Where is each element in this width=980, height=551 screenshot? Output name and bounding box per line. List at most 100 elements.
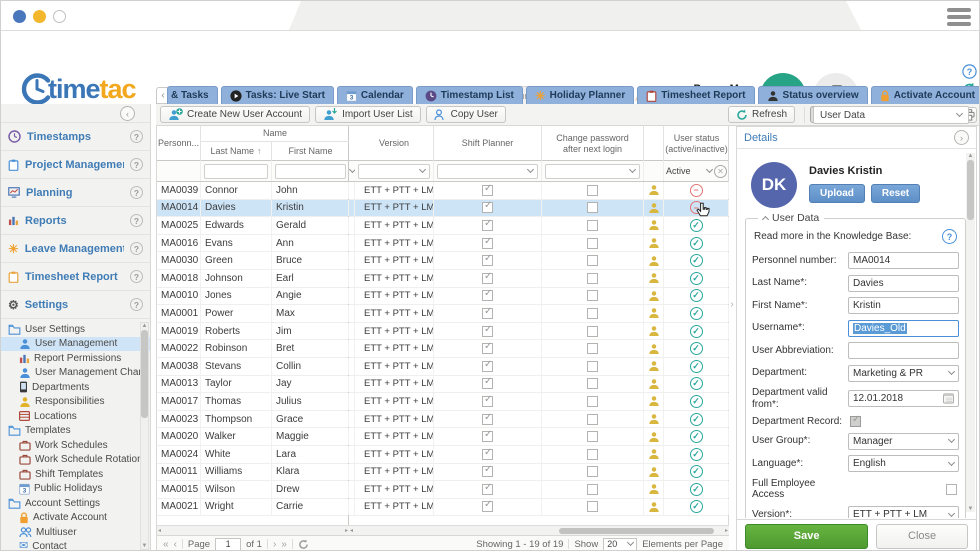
shift-planner-checkbox[interactable] <box>482 202 493 213</box>
view-select[interactable]: User Data <box>813 106 969 124</box>
table-row[interactable]: ETT + PTT + LM✓ <box>349 376 728 394</box>
shift-planner-checkbox[interactable] <box>482 326 493 337</box>
status-inactive-icon[interactable]: − <box>690 201 703 214</box>
help-icon[interactable]: ? <box>130 298 143 311</box>
change-password-checkbox[interactable] <box>587 202 598 213</box>
status-active-icon[interactable]: ✓ <box>690 413 703 426</box>
hscrollbar-left[interactable]: ◂▸ <box>157 525 349 535</box>
window-dot-yellow-icon[interactable] <box>33 10 46 23</box>
shift-planner-checkbox[interactable] <box>482 466 493 477</box>
change-password-checkbox[interactable] <box>587 185 598 196</box>
field-input-last-name[interactable]: Davies <box>848 275 959 292</box>
status-active-icon[interactable]: ✓ <box>690 289 703 302</box>
tab-tasks[interactable]: & Tasks <box>167 86 218 104</box>
shift-planner-checkbox[interactable] <box>482 396 493 407</box>
filter-first-name[interactable] <box>272 161 349 181</box>
field-date-department-valid-from[interactable]: 12.01.2018 <box>848 390 959 407</box>
reset-button[interactable]: Reset <box>871 184 920 203</box>
field-checkbox-full-employee-access[interactable] <box>946 484 957 495</box>
tree-item-templates[interactable]: Templates <box>1 424 151 439</box>
table-row[interactable]: MA0010JonesAngie <box>157 288 348 306</box>
import-user-list-button[interactable]: Import User List <box>315 106 421 123</box>
tree-item-activate-account[interactable]: Activate Account <box>1 511 151 526</box>
status-active-icon[interactable]: ✓ <box>690 325 703 338</box>
status-active-icon[interactable]: ✓ <box>690 448 703 461</box>
help-icon[interactable]: ? <box>130 186 143 199</box>
tree-item-departments[interactable]: Departments <box>1 380 151 395</box>
change-password-checkbox[interactable] <box>587 273 598 284</box>
sidebar-item-timesheet-report[interactable]: Timesheet Report? <box>1 263 150 291</box>
status-active-icon[interactable]: ✓ <box>690 360 703 373</box>
page-input[interactable]: 1 <box>215 538 241 551</box>
table-row[interactable]: MA0024WhiteLara <box>157 446 348 464</box>
shift-planner-checkbox[interactable] <box>482 361 493 372</box>
table-row[interactable]: MA0020WalkerMaggie <box>157 428 348 446</box>
field-select-version[interactable]: ETT + PTT + LM <box>848 506 959 518</box>
sidebar-scrollbar[interactable]: ▲▼ <box>140 322 149 550</box>
tree-item-user-management[interactable]: User Management <box>1 337 151 352</box>
user-data-legend[interactable]: User Data <box>758 212 824 224</box>
col-last-name[interactable]: Last Name↑ <box>201 142 272 161</box>
tree-item-shift-templates[interactable]: Shift Templates <box>1 467 151 482</box>
change-password-checkbox[interactable] <box>587 396 598 407</box>
status-active-icon[interactable]: ✓ <box>690 307 703 320</box>
change-password-checkbox[interactable] <box>587 361 598 372</box>
status-active-icon[interactable]: ✓ <box>690 395 703 408</box>
shift-planner-checkbox[interactable] <box>482 449 493 460</box>
table-row[interactable]: MA0001PowerMax <box>157 305 348 323</box>
status-active-icon[interactable]: ✓ <box>690 272 703 285</box>
col-permissions[interactable] <box>644 126 664 161</box>
table-row[interactable]: MA0025EdwardsGerald <box>157 217 348 235</box>
shift-planner-checkbox[interactable] <box>482 484 493 495</box>
close-button[interactable]: Close <box>876 524 968 549</box>
change-password-checkbox[interactable] <box>587 326 598 337</box>
col-user-status[interactable]: User status (active/inactive) <box>664 126 729 161</box>
shift-planner-checkbox[interactable] <box>482 431 493 442</box>
status-active-icon[interactable]: ✓ <box>690 377 703 390</box>
sidebar-item-reports[interactable]: Reports? <box>1 207 150 235</box>
hamburger-menu-icon[interactable] <box>945 6 973 28</box>
status-active-icon[interactable]: ✓ <box>690 500 703 513</box>
filter-personnel[interactable] <box>157 161 201 181</box>
help-icon[interactable]: ? <box>962 64 977 79</box>
create-new-user-account-button[interactable]: Create New User Account <box>160 106 310 123</box>
tree-item-account-settings[interactable]: Account Settings <box>1 496 151 511</box>
field-input-first-name[interactable]: Kristin <box>848 297 959 314</box>
per-page-select[interactable]: 20 <box>603 538 637 551</box>
change-password-checkbox[interactable] <box>587 238 598 249</box>
shift-planner-checkbox[interactable] <box>482 308 493 319</box>
last-page-icon[interactable]: » <box>281 539 287 550</box>
tab-activate-account[interactable]: Activate Account <box>871 86 980 104</box>
table-row[interactable]: MA0039ConnorJohn <box>157 182 348 200</box>
table-row[interactable]: ETT + PTT + LM− <box>349 200 728 218</box>
col-personnel[interactable]: Personn... <box>157 126 201 161</box>
filter-version[interactable] <box>355 161 434 181</box>
field-input-personnel-number[interactable]: MA0014 <box>848 252 959 269</box>
save-button[interactable]: Save <box>745 524 868 549</box>
sidebar-item-project-management[interactable]: Project Management? <box>1 151 150 179</box>
table-row[interactable]: ETT + PTT + LM✓ <box>349 481 728 499</box>
next-page-icon[interactable]: › <box>273 539 276 550</box>
help-icon[interactable]: ? <box>130 214 143 227</box>
shift-planner-checkbox[interactable] <box>482 238 493 249</box>
table-row[interactable]: ETT + PTT + LM✓ <box>349 270 728 288</box>
tree-item-user-settings[interactable]: User Settings <box>1 322 151 337</box>
filter-change-password[interactable] <box>542 161 644 181</box>
window-dot-white-icon[interactable] <box>53 10 66 23</box>
status-active-icon[interactable]: ✓ <box>690 219 703 232</box>
details-collapse-button[interactable]: › <box>954 130 969 145</box>
col-shift-planner[interactable]: Shift Planner <box>434 126 542 161</box>
status-active-icon[interactable]: ✓ <box>690 430 703 443</box>
hscrollbar-right[interactable]: ◂▸ <box>349 525 729 535</box>
field-checkbox-department-record[interactable] <box>850 416 861 427</box>
table-row[interactable]: ETT + PTT + LM✓ <box>349 235 728 253</box>
table-row[interactable]: ETT + PTT + LM✓ <box>349 305 728 323</box>
shift-planner-checkbox[interactable] <box>482 255 493 266</box>
calendar-icon[interactable] <box>943 393 954 404</box>
col-change-password[interactable]: Change password after next login <box>542 126 644 161</box>
table-row[interactable]: ETT + PTT + LM✓ <box>349 411 728 429</box>
table-row[interactable]: MA0022RobinsonBret <box>157 340 348 358</box>
tab-tasks-live-start[interactable]: Tasks: Live Start <box>221 86 334 104</box>
sidebar-collapse-button[interactable]: ‹ <box>120 106 135 121</box>
table-row[interactable]: ETT + PTT + LM✓ <box>349 393 728 411</box>
